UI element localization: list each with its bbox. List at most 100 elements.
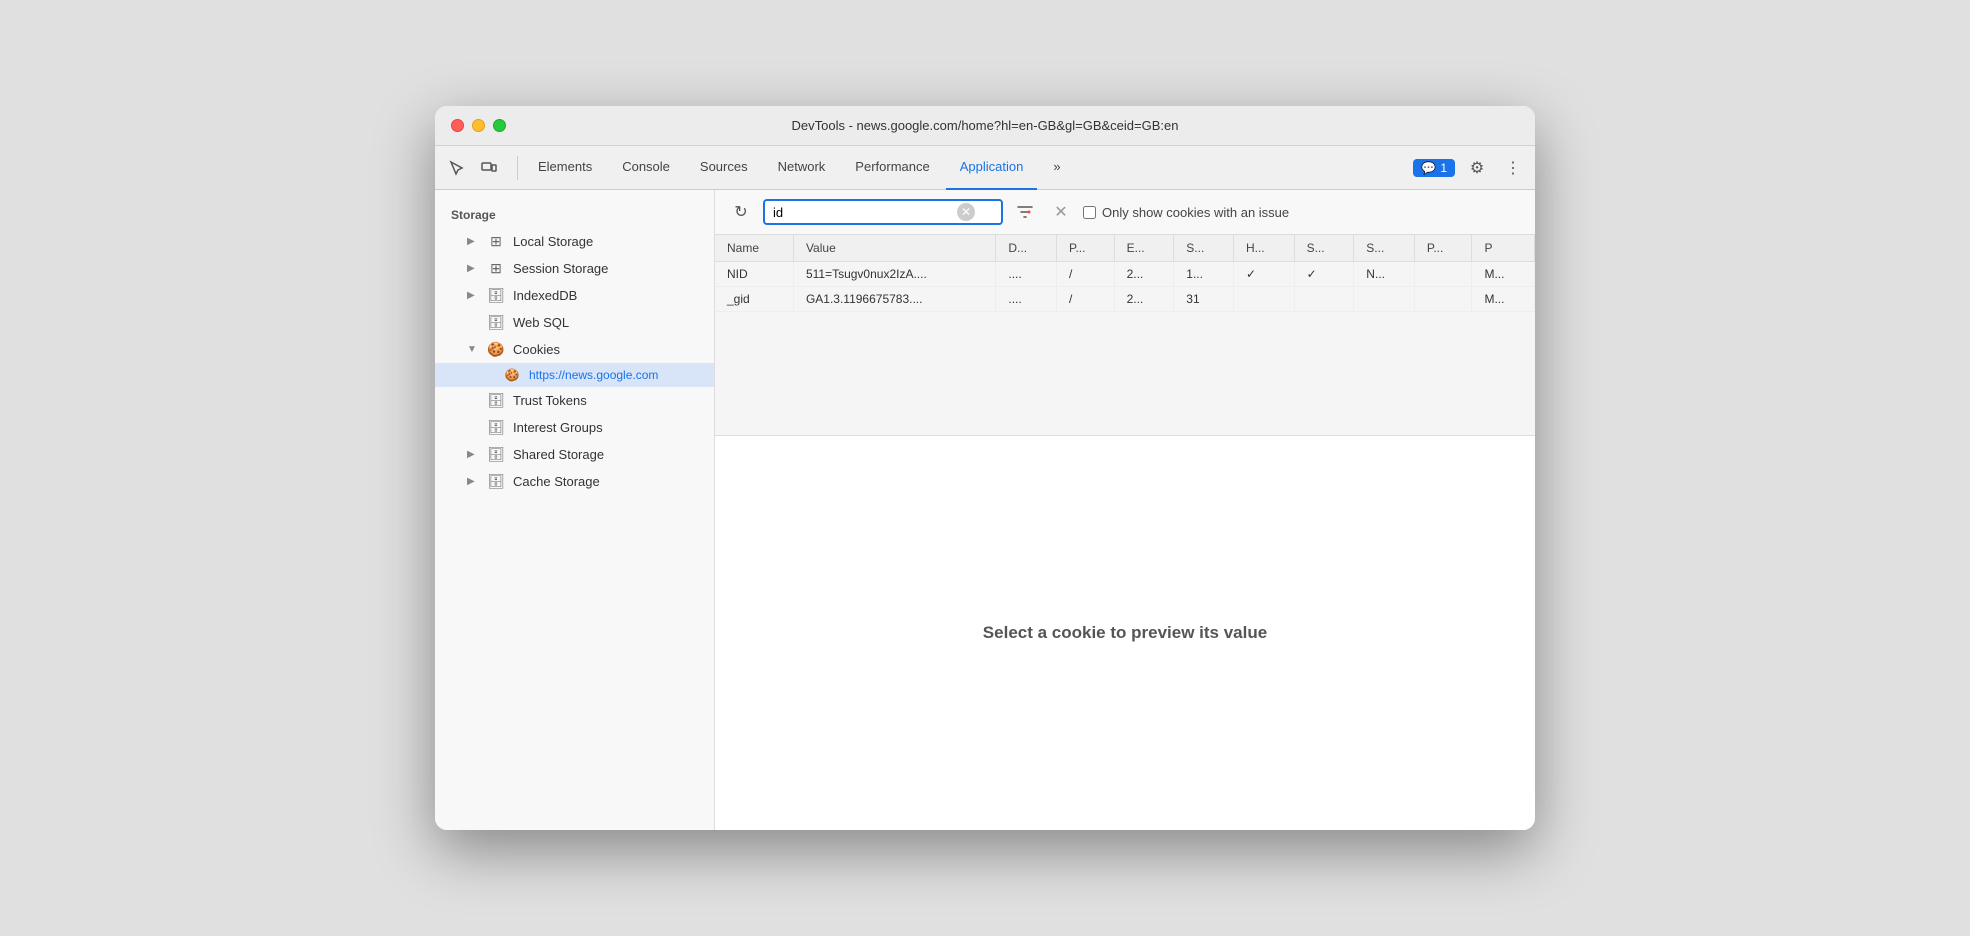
sidebar-item-local-storage[interactable]: ▶ ⊞ Local Storage <box>435 228 714 255</box>
toolbar: Elements Console Sources Network Perform… <box>435 146 1535 190</box>
chevron-right-icon: ▶ <box>467 449 479 460</box>
sidebar-item-web-sql[interactable]: ▶ 🗄 Web SQL <box>435 309 714 336</box>
cell-domain: .... <box>996 262 1057 287</box>
trust-tokens-icon: 🗄 <box>487 392 505 409</box>
window-title: DevTools - news.google.com/home?hl=en-GB… <box>792 118 1179 133</box>
inspect-icon[interactable] <box>443 154 471 182</box>
col-value: Value <box>793 235 995 262</box>
cell-domain: .... <box>996 287 1057 312</box>
chevron-right-icon: ▶ <box>467 476 479 487</box>
session-storage-icon: ⊞ <box>487 260 505 277</box>
filter-icon[interactable] <box>1011 198 1039 226</box>
sidebar-item-label: Local Storage <box>513 234 593 249</box>
cell-size: 1... <box>1174 262 1234 287</box>
traffic-lights <box>451 119 506 132</box>
tab-performance[interactable]: Performance <box>841 146 943 190</box>
cell-expires: 2... <box>1114 287 1174 312</box>
sidebar-item-label: Cookies <box>513 342 560 357</box>
search-wrapper: ✕ <box>763 199 1003 225</box>
sidebar-item-label: Shared Storage <box>513 447 604 462</box>
sidebar-item-indexeddb[interactable]: ▶ 🗄 IndexedDB <box>435 282 714 309</box>
maximize-button[interactable] <box>493 119 506 132</box>
chevron-right-icon: ▶ <box>467 290 479 301</box>
chevron-right-icon: ▶ <box>467 263 479 274</box>
cell-httponly <box>1233 287 1294 312</box>
cell-path: / <box>1057 262 1115 287</box>
search-clear-button[interactable]: ✕ <box>957 203 975 221</box>
cookie-url-icon: 🍪 <box>503 368 521 382</box>
content-area: Storage ▶ ⊞ Local Storage ▶ ⊞ Session St… <box>435 190 1535 830</box>
cell-path: / <box>1057 287 1115 312</box>
cell-value: GA1.3.1196675783.... <box>793 287 995 312</box>
sidebar-item-shared-storage[interactable]: ▶ 🗄 Shared Storage <box>435 441 714 468</box>
minimize-button[interactable] <box>472 119 485 132</box>
col-expires: E... <box>1114 235 1174 262</box>
sidebar: Storage ▶ ⊞ Local Storage ▶ ⊞ Session St… <box>435 190 715 830</box>
sidebar-item-label: Cache Storage <box>513 474 600 489</box>
col-secure: S... <box>1294 235 1354 262</box>
table-header-row: Name Value D... P... E... S... H... S...… <box>715 235 1535 262</box>
cache-storage-icon: 🗄 <box>487 473 505 490</box>
tab-more[interactable]: » <box>1039 146 1074 190</box>
storage-section-label: Storage <box>435 202 714 228</box>
more-options-icon[interactable]: ⋮ <box>1499 154 1527 182</box>
cell-samesite <box>1354 287 1415 312</box>
device-toggle-icon[interactable] <box>475 154 503 182</box>
cell-secure <box>1294 287 1354 312</box>
issues-filter-label[interactable]: Only show cookies with an issue <box>1083 205 1289 220</box>
tab-elements[interactable]: Elements <box>524 146 606 190</box>
refresh-button[interactable]: ↻ <box>727 198 755 226</box>
col-path: P... <box>1057 235 1115 262</box>
tab-application[interactable]: Application <box>946 146 1038 190</box>
sidebar-item-label: https://news.google.com <box>529 368 658 382</box>
toolbar-separator <box>517 156 518 180</box>
col-name: Name <box>715 235 793 262</box>
settings-icon[interactable]: ⚙ <box>1463 154 1491 182</box>
sidebar-item-label: IndexedDB <box>513 288 577 303</box>
chevron-down-icon: ▼ <box>467 344 479 355</box>
sidebar-item-cache-storage[interactable]: ▶ 🗄 Cache Storage <box>435 468 714 495</box>
tab-sources[interactable]: Sources <box>686 146 762 190</box>
table-header: Name Value D... P... E... S... H... S...… <box>715 235 1535 262</box>
sidebar-item-label: Trust Tokens <box>513 393 587 408</box>
table-row[interactable]: NID 511=Tsugv0nux2IzA.... .... / 2... 1.… <box>715 262 1535 287</box>
sidebar-item-cookies[interactable]: ▼ 🍪 Cookies <box>435 336 714 363</box>
close-button[interactable] <box>451 119 464 132</box>
sidebar-item-trust-tokens[interactable]: ▶ 🗄 Trust Tokens <box>435 387 714 414</box>
shared-storage-icon: 🗄 <box>487 446 505 463</box>
chat-icon: 💬 <box>1421 161 1436 175</box>
cell-secure: ✓ <box>1294 262 1354 287</box>
table-row[interactable]: _gid GA1.3.1196675783.... .... / 2... 31 <box>715 287 1535 312</box>
cell-expires: 2... <box>1114 262 1174 287</box>
devtools-window: DevTools - news.google.com/home?hl=en-GB… <box>435 106 1535 830</box>
toolbar-icons <box>443 154 503 182</box>
search-input[interactable] <box>773 205 953 220</box>
cell-size: 31 <box>1174 287 1234 312</box>
tab-network[interactable]: Network <box>764 146 840 190</box>
cookie-container: ↻ ✕ ✕ Only show cookies w <box>715 190 1535 830</box>
sidebar-item-label: Web SQL <box>513 315 569 330</box>
sidebar-item-interest-groups[interactable]: ▶ 🗄 Interest Groups <box>435 414 714 441</box>
cell-name: _gid <box>715 287 793 312</box>
clear-filter-button[interactable]: ✕ <box>1047 198 1075 226</box>
sidebar-item-cookies-url[interactable]: ▶ 🍪 https://news.google.com <box>435 363 714 387</box>
cell-partitioned: M... <box>1472 262 1535 287</box>
interest-groups-icon: 🗄 <box>487 419 505 436</box>
indexeddb-icon: 🗄 <box>487 287 505 304</box>
local-storage-icon: ⊞ <box>487 233 505 250</box>
col-priority: P... <box>1414 235 1472 262</box>
cell-httponly: ✓ <box>1233 262 1294 287</box>
preview-area: Select a cookie to preview its value <box>715 435 1535 830</box>
issues-filter-checkbox[interactable] <box>1083 206 1096 219</box>
tab-console[interactable]: Console <box>608 146 684 190</box>
issues-filter-text: Only show cookies with an issue <box>1102 205 1289 220</box>
cell-priority <box>1414 262 1472 287</box>
cell-samesite: N... <box>1354 262 1415 287</box>
col-size: S... <box>1174 235 1234 262</box>
cookie-table: Name Value D... P... E... S... H... S...… <box>715 235 1535 435</box>
cell-priority <box>1414 287 1472 312</box>
sidebar-item-session-storage[interactable]: ▶ ⊞ Session Storage <box>435 255 714 282</box>
cookie-toolbar: ↻ ✕ ✕ Only show cookies w <box>715 190 1535 235</box>
col-httponly: H... <box>1233 235 1294 262</box>
notifications-badge[interactable]: 💬 1 <box>1413 159 1455 177</box>
